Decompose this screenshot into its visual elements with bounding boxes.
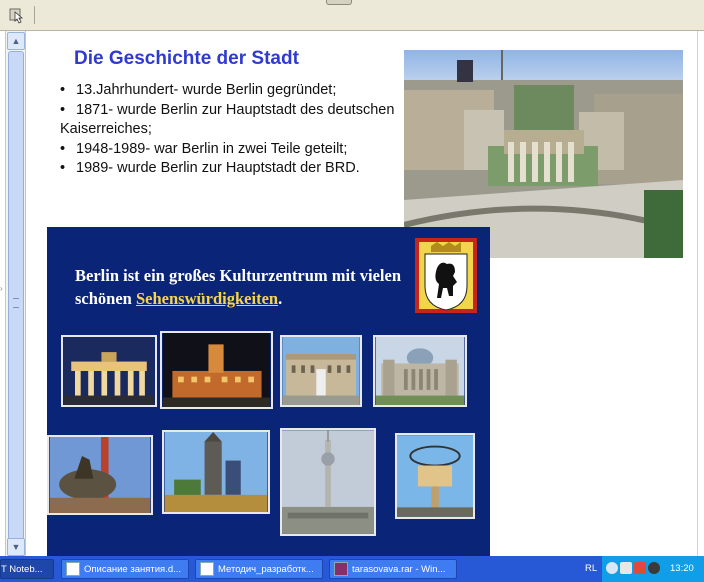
page-right-border [697,31,698,556]
bullet-item: 1871- wurde Berlin zur Hauptstadt des de… [60,101,398,140]
taskbar-task-lesson-description[interactable]: Описание занятия.d... [61,559,189,579]
history-bullet-list: 13.Jahrhundert- wurde Berlin gegründet; … [60,81,398,179]
toolbar [0,0,704,31]
world-clock-photo [395,433,475,519]
task-label: Описание занятия.d... [84,564,182,575]
taskbar-task-notebook[interactable]: T Noteb... [0,559,54,579]
task-label: Методич_разработк... [218,564,314,575]
bullet-item: 13.Jahrhundert- wurde Berlin gegründet; [60,81,398,101]
taskbar-task-winrar[interactable]: tarasovava.rar - Win... [329,559,457,579]
antivirus-icon[interactable] [634,562,646,574]
berlin-culture-slide: Berlin ist ein großes Kulturzentrum mit … [47,227,490,556]
page-tab-handle[interactable] [326,0,352,5]
winrar-icon [334,562,348,577]
slide-caption-end: . [278,289,283,308]
slide-caption: Berlin ist ein großes Kulturzentrum mit … [75,264,415,310]
scroll-down-icon[interactable]: ▼ [7,538,25,556]
brandenburg-gate-night-photo [61,335,157,407]
bullet-item: 1948-1989- war Berlin in zwei Teile gete… [60,140,398,160]
tv-tower-photo [280,428,376,536]
scrollbar-grip-icon [13,298,19,308]
sights-link[interactable]: Sehenswürdigkeiten [136,289,278,308]
scrollbar-thumb[interactable] [8,51,24,558]
humboldt-university-photo [280,335,362,407]
vertical-scrollbar[interactable]: ▲ ▼ [5,31,26,558]
system-tray: 13:20 [601,556,704,582]
word-document-icon [66,562,80,577]
network-icon[interactable] [606,562,618,574]
select-tool-icon[interactable] [8,6,26,24]
scroll-up-icon[interactable]: ▲ [7,32,25,50]
page-title: Die Geschichte der Stadt [74,48,299,69]
taskbar-task-method-guide[interactable]: Методич_разработк... [195,559,323,579]
toolbar-separator [34,6,35,24]
reichstag-photo [373,335,467,407]
rotes-rathaus-night-photo [160,331,273,409]
bullet-item: 1989- wurde Berlin zur Hauptstadt der BR… [60,159,398,179]
taskbar: T Noteb... Описание занятия.d... Методич… [0,556,704,582]
task-label: tarasovava.rar - Win... [352,564,446,575]
language-indicator[interactable]: RL [585,563,597,574]
clock[interactable]: 13:20 [670,563,694,574]
memorial-church-photo [162,430,270,514]
printer-icon[interactable] [620,562,632,574]
berlin-coat-of-arms-icon [415,238,477,313]
neptune-fountain-photo [47,435,153,515]
task-label: T Noteb... [1,564,43,575]
volume-icon[interactable] [648,562,660,574]
word-document-icon [200,562,214,577]
